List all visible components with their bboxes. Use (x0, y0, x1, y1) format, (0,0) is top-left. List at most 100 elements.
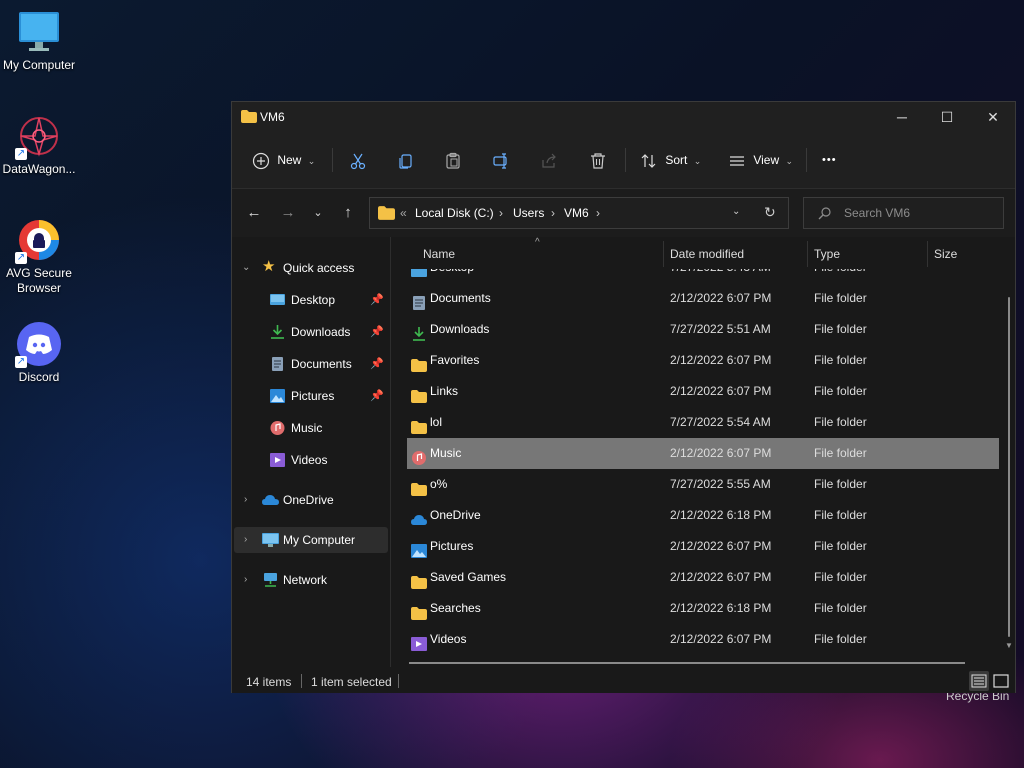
file-type: File folder (814, 384, 867, 398)
paste-button[interactable] (444, 146, 462, 174)
sidebar-item-network[interactable]: › Network (232, 567, 390, 593)
horizontal-scrollbar[interactable] (409, 662, 965, 664)
back-button[interactable]: ← (242, 201, 266, 225)
new-button[interactable]: New ⌄ (252, 146, 315, 174)
sort-button[interactable]: Sort ⌄ (640, 146, 701, 174)
table-row[interactable]: Favorites 2/12/2022 6:07 PM File folder (407, 345, 999, 376)
breadcrumb-overflow[interactable]: « (400, 206, 407, 220)
column-header-size[interactable]: Size (934, 247, 957, 261)
desktop-icon-label: AVG Secure Browser (6, 266, 72, 295)
sidebar-item-label: Desktop (291, 293, 336, 307)
table-row[interactable]: Saved Games 2/12/2022 6:07 PM File folder (407, 562, 999, 593)
sidebar-item-my-computer[interactable]: › My Computer (234, 527, 388, 553)
documents-icon (272, 357, 283, 371)
table-row[interactable]: lol 7/27/2022 5:54 AM File folder (407, 407, 999, 438)
file-type: File folder (814, 322, 867, 336)
desktop-icon-label: DataWagon... (2, 162, 76, 176)
view-button[interactable]: View ⌄ (728, 146, 793, 174)
column-header-name[interactable]: Name (423, 247, 455, 261)
vertical-scrollbar[interactable]: ▲ ▼ (1005, 245, 1013, 650)
minimize-button[interactable]: ─ (879, 102, 925, 132)
sidebar-item-documents[interactable]: Documents 📌 (232, 351, 390, 377)
table-row[interactable]: Searches 2/12/2022 6:18 PM File folder (407, 593, 999, 624)
sidebar-item-music[interactable]: Music (232, 415, 390, 441)
rename-button[interactable] (492, 146, 510, 174)
breadcrumb-separator: › (551, 206, 555, 220)
breadcrumb-users[interactable]: Users (513, 206, 544, 220)
documents-icon (411, 291, 427, 310)
column-header-type[interactable]: Type (814, 247, 840, 261)
more-options-button[interactable]: ••• (822, 146, 837, 174)
folder-icon (411, 570, 427, 589)
delete-button[interactable] (589, 146, 607, 174)
desktop-icon-label: My Computer (2, 58, 76, 72)
forward-button[interactable]: → (276, 201, 300, 225)
file-name: Videos (430, 632, 467, 646)
downloads-icon (411, 322, 427, 341)
details-view-button[interactable] (969, 671, 989, 691)
file-date-modified: 2/12/2022 6:07 PM (670, 632, 772, 646)
desktop-icon-datawagon[interactable]: ↗ DataWagon... (0, 114, 78, 177)
sidebar-item-desktop[interactable]: Desktop 📌 (232, 287, 390, 313)
desktop-icon-my-computer[interactable]: My Computer (0, 10, 78, 73)
table-row[interactable]: Videos 2/12/2022 6:07 PM File folder (407, 624, 999, 655)
onedrive-icon (411, 508, 427, 525)
window-title: VM6 (260, 110, 285, 124)
title-bar[interactable]: VM6 ─ ☐ ✕ (232, 102, 1015, 132)
file-name: Links (430, 384, 459, 398)
chevron-right-icon[interactable]: › (244, 567, 247, 593)
column-divider[interactable] (807, 241, 808, 267)
copy-button[interactable] (397, 146, 415, 174)
share-button[interactable] (540, 146, 558, 174)
command-bar: New ⌄ Sort ⌄ View ⌄ ••• (232, 132, 1015, 189)
table-row[interactable]: Pictures 2/12/2022 6:07 PM File folder (407, 531, 999, 562)
column-divider[interactable] (663, 241, 664, 267)
table-row[interactable]: Downloads 7/27/2022 5:51 AM File folder (407, 314, 999, 345)
breadcrumb-vm6[interactable]: VM6 (564, 206, 589, 220)
cut-button[interactable] (349, 146, 367, 174)
avg-browser-icon: ↗ (15, 218, 61, 264)
desktop-icon-avg-browser[interactable]: ↗ AVG Secure Browser (0, 218, 78, 296)
sidebar-item-onedrive[interactable]: › OneDrive (232, 487, 390, 513)
table-row[interactable]: OneDrive 2/12/2022 6:18 PM File folder (407, 500, 999, 531)
scroll-thumb[interactable] (1008, 297, 1010, 637)
pin-icon: 📌 (370, 326, 384, 338)
chevron-down-icon[interactable]: ⌄ (242, 255, 250, 281)
maximize-button[interactable]: ☐ (924, 102, 970, 132)
close-button[interactable]: ✕ (970, 102, 1016, 132)
recent-locations-button[interactable]: ⌄ (306, 201, 330, 225)
address-dropdown-icon[interactable]: ⌄ (732, 206, 740, 217)
sidebar-item-pictures[interactable]: Pictures 📌 (232, 383, 390, 409)
desktop-icon-discord[interactable]: ↗ Discord (0, 322, 78, 385)
sidebar-item-downloads[interactable]: Downloads 📌 (232, 319, 390, 345)
status-divider (301, 674, 302, 688)
table-row[interactable]: Links 2/12/2022 6:07 PM File folder (407, 376, 999, 407)
folder-icon (411, 415, 427, 434)
refresh-icon[interactable]: ↻ (764, 204, 776, 221)
file-type: File folder (814, 477, 867, 491)
table-row[interactable]: o% 7/27/2022 5:55 AM File folder (407, 469, 999, 500)
plus-circle-icon (252, 152, 270, 169)
column-divider[interactable] (927, 241, 928, 267)
chevron-right-icon[interactable]: › (244, 487, 247, 513)
up-button[interactable]: ↑ (336, 201, 360, 225)
tiles-view-button[interactable] (991, 671, 1011, 691)
file-name: lol (430, 415, 443, 429)
breadcrumb-local-disk[interactable]: Local Disk (C:) (415, 206, 494, 220)
chevron-right-icon[interactable]: › (244, 527, 247, 553)
scroll-down-arrow-icon[interactable]: ▼ (1005, 641, 1013, 650)
file-date-modified: 2/12/2022 6:07 PM (670, 446, 772, 460)
navigation-bar: ← → ⌄ ↑ « Local Disk (C:) › Users › VM6 … (232, 189, 1015, 237)
table-row[interactable]: Documents 2/12/2022 6:07 PM File folder (407, 283, 999, 314)
table-row[interactable]: Music 2/12/2022 6:07 PM File folder (407, 438, 999, 469)
file-type: File folder (814, 508, 867, 522)
search-box[interactable]: Search VM6 (803, 197, 1004, 229)
file-type: File folder (814, 353, 867, 367)
sidebar-item-videos[interactable]: Videos (232, 447, 390, 473)
folder-icon (411, 601, 427, 620)
column-header-date[interactable]: Date modified (670, 247, 744, 261)
scissors-icon (350, 153, 366, 169)
address-bar[interactable]: « Local Disk (C:) › Users › VM6 › ⌄ ↻ (369, 197, 789, 229)
discord-icon: ↗ (15, 322, 61, 368)
sidebar-item-quick-access[interactable]: ⌄ ★ Quick access (232, 255, 390, 281)
